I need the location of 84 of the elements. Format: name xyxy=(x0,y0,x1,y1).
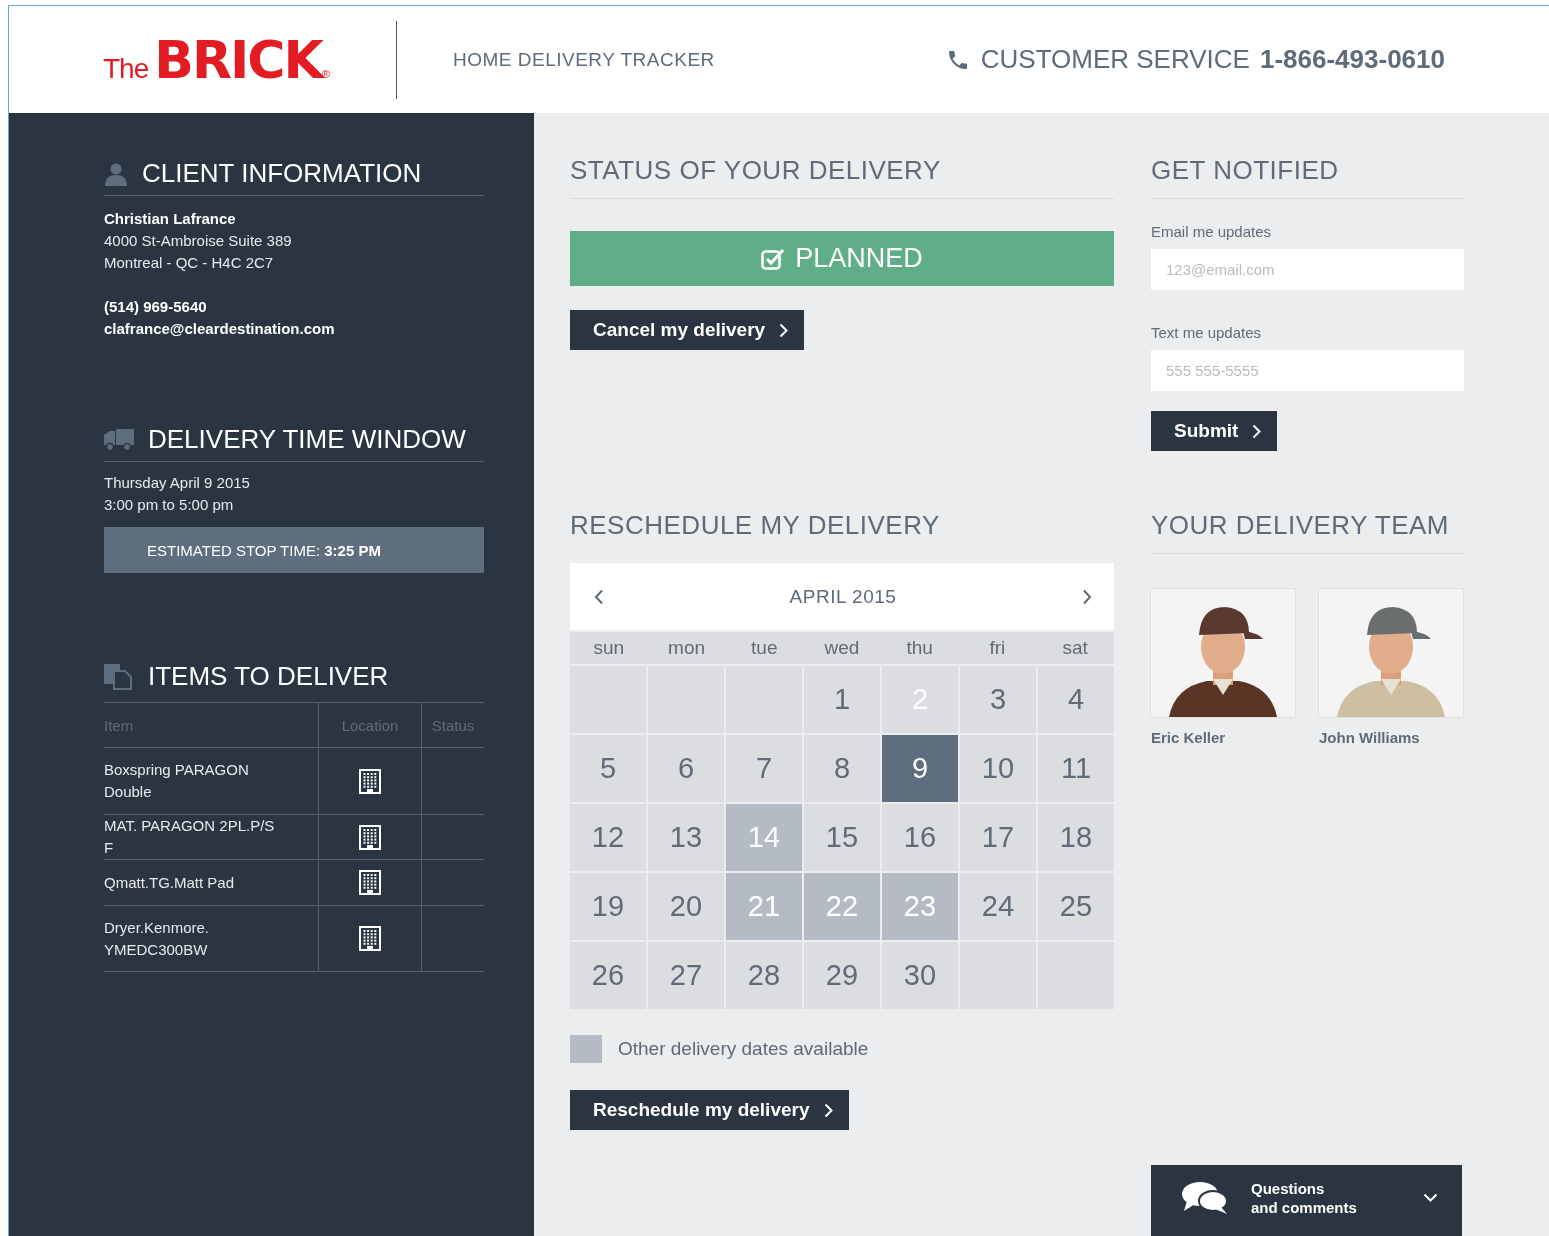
truck-icon xyxy=(104,428,134,451)
weekday-label: sat xyxy=(1061,637,1089,659)
chevron-right-icon xyxy=(823,1102,833,1118)
calendar-day[interactable]: 26 xyxy=(570,942,646,1009)
calendar-day[interactable]: 12 xyxy=(570,804,646,871)
calendar-day[interactable]: 7 xyxy=(726,735,802,802)
chat-bubbles-icon xyxy=(1181,1181,1229,1215)
checkbox-checked-icon xyxy=(761,247,786,270)
next-month-button[interactable] xyxy=(1082,588,1092,605)
chevron-right-icon xyxy=(1252,423,1262,439)
client-email: clafrance@cleardestination.com xyxy=(104,319,336,339)
client-phone: (514) 969-5640 xyxy=(104,297,208,317)
building-icon xyxy=(359,768,381,794)
email-field[interactable]: 123@email.com xyxy=(1151,249,1464,290)
calendar-day[interactable]: 29 xyxy=(804,942,880,1009)
person-icon xyxy=(104,161,128,186)
calendar-day[interactable]: 25 xyxy=(1038,873,1114,940)
section-title: RESCHEDULE MY DELIVERY xyxy=(570,510,941,541)
legend-label: Other delivery dates available xyxy=(618,1038,869,1060)
calendar-day[interactable]: 18 xyxy=(1038,804,1114,871)
delivery-date: Thursday April 9 2015 xyxy=(104,473,251,493)
calendar-day[interactable]: 10 xyxy=(960,735,1036,802)
calendar-day[interactable]: 16 xyxy=(882,804,958,871)
calendar-day[interactable]: 19 xyxy=(570,873,646,940)
estimated-stop-time: ESTIMATED STOP TIME: 3:25 PM xyxy=(104,527,484,573)
month-label: APRIL 2015 xyxy=(789,585,897,608)
section-title: STATUS OF YOUR DELIVERY xyxy=(570,155,1114,199)
section-title: ITEMS TO DELIVER xyxy=(148,661,389,692)
section-title: YOUR DELIVERY TEAM xyxy=(1151,510,1464,554)
reschedule-button[interactable]: Reschedule my delivery xyxy=(570,1090,849,1130)
brand-logo[interactable]: The BRICK® xyxy=(103,29,343,90)
weekday-label: tue xyxy=(750,637,779,659)
chevron-down-icon xyxy=(1423,1193,1438,1202)
phone-field[interactable]: 555 555-5555 xyxy=(1151,350,1464,391)
calendar-day[interactable]: 1 xyxy=(804,666,880,733)
section-title: CLIENT INFORMATION xyxy=(142,158,422,189)
status-label: PLANNED xyxy=(795,243,923,274)
table-cell: Dryer.Kenmore. YMEDC300BW xyxy=(104,905,319,972)
submit-button[interactable]: Submit xyxy=(1151,411,1278,451)
calendar-day[interactable]: 5 xyxy=(570,735,646,802)
weekday-label: thu xyxy=(905,637,934,659)
field-label: Email me updates xyxy=(1151,223,1273,240)
cancel-delivery-button[interactable]: Cancel my delivery xyxy=(570,310,805,350)
table-cell: MAT. PARAGON 2PL.P/S F xyxy=(104,814,319,860)
legend-swatch xyxy=(570,1035,602,1063)
table-cell: Qmatt.TG.Matt Pad xyxy=(104,859,319,906)
previous-month-button[interactable] xyxy=(594,588,604,605)
client-name: Christian Lafrance xyxy=(104,209,237,229)
address-line: 4000 St-Ambroise Suite 389 xyxy=(104,231,293,251)
calendar-day[interactable]: 6 xyxy=(648,735,724,802)
customer-service-label: CUSTOMER SERVICE xyxy=(980,44,1250,75)
building-icon xyxy=(359,926,381,951)
documents-icon xyxy=(104,663,134,690)
address-line: Montreal - QC - H4C 2C7 xyxy=(104,253,275,273)
table-cell: Boxspring PARAGON Double xyxy=(104,747,319,815)
calendar-day[interactable]: 9 xyxy=(882,735,958,802)
weekday-label: fri xyxy=(988,637,1007,659)
calendar-day[interactable]: 3 xyxy=(960,666,1036,733)
calendar-day[interactable]: 8 xyxy=(804,735,880,802)
questions-widget[interactable]: Questions and comments xyxy=(1151,1165,1462,1236)
calendar-day[interactable]: 15 xyxy=(804,804,880,871)
field-label: Text me updates xyxy=(1151,324,1263,341)
calendar-day[interactable]: 17 xyxy=(960,804,1036,871)
calendar-day[interactable]: 30 xyxy=(882,942,958,1009)
calendar-day[interactable]: 13 xyxy=(648,804,724,871)
page-title: HOME DELIVERY TRACKER xyxy=(453,48,715,71)
calendar-day[interactable]: 27 xyxy=(648,942,724,1009)
delivery-hours: 3:00 pm to 5:00 pm xyxy=(104,495,235,515)
calendar-day[interactable]: 24 xyxy=(960,873,1036,940)
calendar-day[interactable]: 20 xyxy=(648,873,724,940)
weekday-label: sun xyxy=(592,637,626,659)
section-title: DELIVERY TIME WINDOW xyxy=(148,424,466,455)
weekday-label: mon xyxy=(667,637,707,659)
building-icon xyxy=(359,824,381,850)
section-title: GET NOTIFIED xyxy=(1151,155,1464,199)
weekday-label: wed xyxy=(823,637,861,659)
team-member-name: Eric Keller xyxy=(1151,729,1227,746)
team-member-name: John Williams xyxy=(1319,729,1421,746)
calendar-day[interactable]: 28 xyxy=(726,942,802,1009)
calendar-day[interactable]: 4 xyxy=(1038,666,1114,733)
building-icon xyxy=(359,870,381,895)
customer-service-phone[interactable]: 1-866-493-0610 xyxy=(1259,44,1445,75)
chevron-right-icon xyxy=(779,322,789,338)
calendar-day[interactable]: 11 xyxy=(1038,735,1114,802)
